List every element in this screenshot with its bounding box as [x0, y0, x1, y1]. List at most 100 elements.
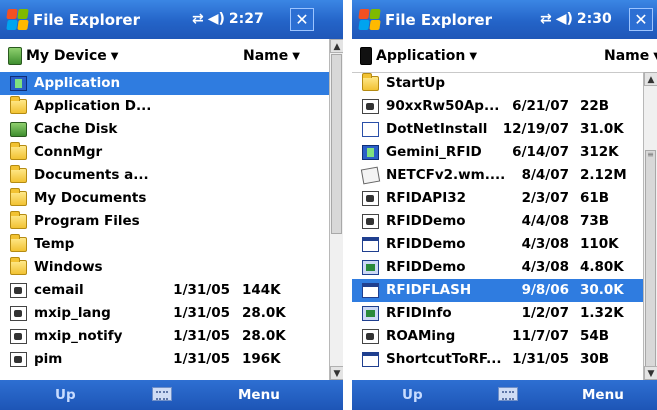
- clock[interactable]: 2:27: [229, 11, 264, 27]
- item-date: 8/4/07: [521, 167, 569, 183]
- close-button[interactable]: ✕: [290, 8, 314, 31]
- list-item[interactable]: Program Files: [0, 210, 329, 233]
- list-item[interactable]: pim 1/31/05 196K: [0, 348, 329, 371]
- item-name: mxip_lang: [34, 305, 111, 321]
- item-name: Cache Disk: [34, 121, 118, 137]
- list-item[interactable]: cemail 1/31/05 144K: [0, 279, 329, 302]
- list-item[interactable]: RFIDFLASH 9/8/06 30.0K: [352, 279, 643, 302]
- sort-dropdown[interactable]: Name ▼: [604, 48, 657, 64]
- item-size: 30B: [580, 351, 610, 367]
- list-item[interactable]: ShortcutToRF... 1/31/05 30B: [352, 348, 643, 371]
- list-item[interactable]: RFIDDemo 4/3/08 4.80K: [352, 256, 643, 279]
- menu-softkey[interactable]: Menu: [238, 387, 280, 403]
- up-softkey[interactable]: Up: [402, 387, 423, 403]
- folder-icon: [10, 211, 27, 229]
- list-item[interactable]: mxip_lang 1/31/05 28.0K: [0, 302, 329, 325]
- folder-dropdown[interactable]: My Device ▼: [8, 47, 118, 65]
- title-bar: File Explorer ⇄ ◀) 2:27 ✕: [0, 0, 343, 39]
- list-item[interactable]: ROAMing 11/7/07 54B: [352, 325, 643, 348]
- item-size: 2.12M: [580, 167, 627, 183]
- list-item[interactable]: StartUp: [352, 72, 643, 95]
- item-name: 90xxRw50Ap...: [386, 98, 500, 114]
- list-item[interactable]: Cache Disk: [0, 118, 329, 141]
- item-size: 31.0K: [580, 121, 624, 137]
- windows-start-icon[interactable]: [358, 8, 381, 30]
- application-icon: [362, 306, 379, 321]
- file-icon: [362, 191, 379, 206]
- blank-file-icon: [362, 122, 379, 137]
- window-app-icon: [362, 352, 379, 367]
- folder-icon: [10, 188, 27, 206]
- connectivity-icon[interactable]: ⇄: [540, 11, 552, 27]
- list-item[interactable]: RFIDAPI32 2/3/07 61B: [352, 187, 643, 210]
- volume-icon[interactable]: ◀): [208, 11, 225, 27]
- folder-header: My Device ▼ Name ▼: [0, 39, 329, 73]
- list-item[interactable]: 90xxRw50Ap... 6/21/07 22B: [352, 95, 643, 118]
- scroll-thumb[interactable]: ≡: [645, 150, 656, 370]
- keyboard-icon[interactable]: [152, 387, 172, 401]
- item-name: Application: [34, 75, 121, 91]
- file-icon: [362, 99, 379, 114]
- item-size: 144K: [242, 282, 281, 298]
- volume-icon[interactable]: ◀): [556, 11, 573, 27]
- item-name: ConnMgr: [34, 144, 103, 160]
- list-item[interactable]: RFIDDemo 4/4/08 73B: [352, 210, 643, 233]
- sort-dropdown[interactable]: Name ▼: [243, 48, 300, 64]
- folder-dropdown-label: Application: [376, 48, 466, 64]
- item-size: 1.32K: [580, 305, 624, 321]
- file-icon: [10, 306, 27, 321]
- list-item[interactable]: RFIDInfo 1/2/07 1.32K: [352, 302, 643, 325]
- item-date: 1/31/05: [173, 351, 230, 367]
- item-size: 73B: [580, 213, 610, 229]
- folder-icon: [10, 96, 27, 114]
- item-name: StartUp: [386, 75, 446, 91]
- app-title: File Explorer: [33, 11, 140, 29]
- folder-icon: [10, 234, 27, 252]
- item-name: My Documents: [34, 190, 147, 206]
- up-softkey[interactable]: Up: [55, 387, 76, 403]
- item-date: 11/7/07: [512, 328, 569, 344]
- connectivity-icon[interactable]: ⇄: [192, 11, 204, 27]
- clock[interactable]: 2:30: [577, 11, 612, 27]
- scroll-down-arrow[interactable]: ▼: [644, 366, 657, 380]
- list-item[interactable]: mxip_notify 1/31/05 28.0K: [0, 325, 329, 348]
- keyboard-icon[interactable]: [498, 387, 518, 401]
- item-name: ShortcutToRF...: [386, 351, 502, 367]
- item-name: DotNetInstall: [386, 121, 488, 137]
- item-date: 1/31/05: [173, 328, 230, 344]
- list-item[interactable]: DotNetInstall 12/19/07 31.0K: [352, 118, 643, 141]
- item-name: Gemini_RFID: [386, 144, 482, 160]
- status-area: ⇄ ◀) 2:27: [192, 11, 264, 27]
- application-folder-icon: [10, 76, 27, 91]
- item-size: 54B: [580, 328, 610, 344]
- list-item[interactable]: Gemini_RFID 6/14/07 312K: [352, 141, 643, 164]
- softkey-bar: Up Menu: [0, 380, 343, 410]
- vertical-scrollbar[interactable]: ▲ ≡ ▼: [643, 72, 657, 380]
- list-item[interactable]: RFIDDemo 4/3/08 110K: [352, 233, 643, 256]
- close-button[interactable]: ✕: [629, 8, 653, 31]
- list-item[interactable]: ConnMgr: [0, 141, 329, 164]
- windows-start-icon[interactable]: [6, 8, 29, 30]
- scroll-up-arrow[interactable]: ▲: [330, 39, 343, 53]
- list-item[interactable]: My Documents: [0, 187, 329, 210]
- list-item[interactable]: Windows: [0, 256, 329, 279]
- item-date: 4/3/08: [521, 236, 569, 252]
- list-item[interactable]: Application D...: [0, 95, 329, 118]
- window-app-icon: [362, 283, 379, 298]
- scroll-down-arrow[interactable]: ▼: [330, 366, 343, 380]
- list-item[interactable]: NETCFv2.wm.... 8/4/07 2.12M: [352, 164, 643, 187]
- scroll-up-arrow[interactable]: ▲: [644, 72, 657, 86]
- item-name: RFIDDemo: [386, 236, 466, 252]
- list-item[interactable]: Temp: [0, 233, 329, 256]
- vertical-scrollbar[interactable]: ▲ ▼: [329, 39, 343, 380]
- window-app-icon: [362, 237, 379, 252]
- softkey-bar: Up Menu: [352, 380, 657, 410]
- list-item[interactable]: Application: [0, 72, 329, 95]
- list-item[interactable]: Documents a...: [0, 164, 329, 187]
- folder-dropdown[interactable]: Application ▼: [360, 47, 477, 65]
- scroll-thumb[interactable]: [331, 54, 342, 234]
- item-size: 61B: [580, 190, 610, 206]
- file-icon: [10, 283, 27, 298]
- chevron-down-icon: ▼: [653, 51, 657, 62]
- menu-softkey[interactable]: Menu: [582, 387, 624, 403]
